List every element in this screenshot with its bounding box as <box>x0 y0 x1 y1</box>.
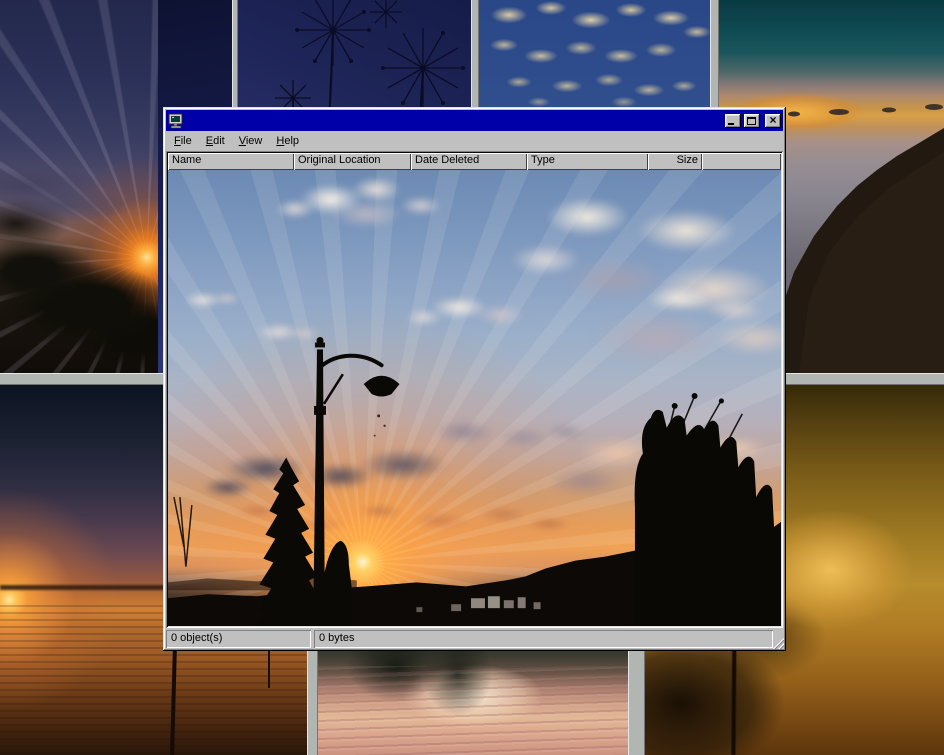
folder-content-area[interactable] <box>168 170 781 626</box>
column-header-size[interactable]: Size <box>648 153 702 170</box>
status-object-count: 0 object(s) <box>166 630 311 648</box>
maximize-icon <box>747 117 756 125</box>
content-photo-silhouettes <box>168 170 781 626</box>
menu-view[interactable]: View <box>232 133 270 149</box>
minimize-button[interactable] <box>725 114 741 128</box>
titlebar[interactable]: × <box>166 110 783 131</box>
menu-bar[interactable]: File Edit View Help <box>166 131 783 151</box>
menu-edit[interactable]: Edit <box>199 133 232 149</box>
column-header-date-deleted[interactable]: Date Deleted <box>411 153 527 170</box>
column-header-blank[interactable] <box>702 153 781 170</box>
recycle-bin-window[interactable]: × File Edit View Help Name Original Loca… <box>163 107 786 651</box>
status-byte-count: 0 bytes <box>314 630 773 648</box>
wallpaper-photo-sunset-rays <box>0 0 158 373</box>
desktop: × File Edit View Help Name Original Loca… <box>0 0 944 755</box>
column-header-name[interactable]: Name <box>168 153 294 170</box>
list-view: Name Original Location Date Deleted Type… <box>166 151 783 628</box>
status-bar: 0 object(s) 0 bytes <box>166 630 783 648</box>
minimize-icon <box>728 123 734 125</box>
close-button[interactable]: × <box>765 114 781 128</box>
column-header-row: Name Original Location Date Deleted Type… <box>168 153 781 170</box>
column-header-type[interactable]: Type <box>527 153 648 170</box>
menu-file[interactable]: File <box>167 133 199 149</box>
maximize-button[interactable] <box>744 114 760 128</box>
menu-help[interactable]: Help <box>269 133 306 149</box>
computer-icon <box>168 113 184 129</box>
close-icon: × <box>765 114 781 127</box>
column-header-original-location[interactable]: Original Location <box>294 153 411 170</box>
